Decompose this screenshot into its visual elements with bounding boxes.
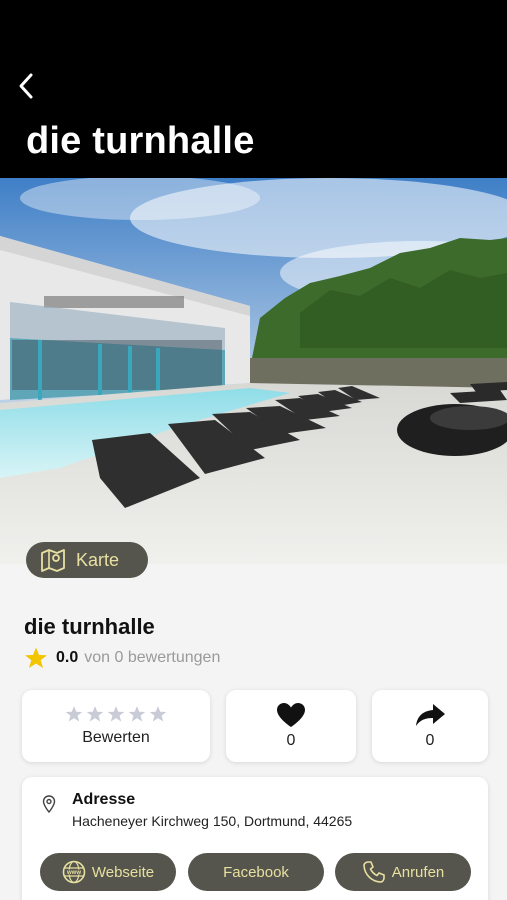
facebook-label: Facebook xyxy=(223,863,289,881)
location-pin-icon xyxy=(42,795,56,813)
phone-icon xyxy=(362,861,385,883)
star-empty-icon[interactable] xyxy=(128,705,146,723)
call-button[interactable]: Anrufen xyxy=(335,853,471,891)
www-globe-icon: www xyxy=(62,860,86,884)
star-icon xyxy=(25,647,47,668)
back-button[interactable] xyxy=(12,70,40,102)
call-label: Anrufen xyxy=(391,863,445,881)
rate-card[interactable]: Bewerten xyxy=(22,690,210,762)
star-empty-icon[interactable] xyxy=(65,705,83,723)
rating-count-text: von 0 bewertungen xyxy=(84,649,221,666)
share-count: 0 xyxy=(425,732,435,749)
app-header: die turnhalle xyxy=(0,0,507,178)
svg-text:www: www xyxy=(66,870,81,876)
address-text: Hacheneyer Kirchweg 150, Dortmund, 44265 xyxy=(72,813,353,829)
share-button[interactable]: 0 xyxy=(372,690,488,762)
address-title: Adresse xyxy=(72,791,136,808)
hero-image xyxy=(0,178,507,564)
star-empty-icon[interactable] xyxy=(149,705,167,723)
heart-icon xyxy=(277,703,305,727)
rating-value: 0.0 xyxy=(56,649,79,666)
chevron-left-icon xyxy=(19,73,33,99)
website-button[interactable]: www Webseite xyxy=(40,853,176,891)
map-button[interactable]: Karte xyxy=(26,542,148,578)
rating-summary: 0.0 von 0 bewertungen xyxy=(24,646,220,670)
share-arrow-icon xyxy=(416,704,445,726)
like-button[interactable]: 0 xyxy=(226,690,356,762)
like-count: 0 xyxy=(286,732,296,749)
star-empty-icon[interactable] xyxy=(86,705,104,723)
address-card: Adresse Hacheneyer Kirchweg 150, Dortmun… xyxy=(22,777,488,900)
star-empty-icon[interactable] xyxy=(107,705,125,723)
rating-stars[interactable] xyxy=(65,705,167,723)
facebook-button[interactable]: Facebook xyxy=(188,853,324,891)
map-button-label: Karte xyxy=(76,549,120,570)
page-title: die turnhalle xyxy=(26,120,255,162)
map-pin-icon xyxy=(41,549,65,572)
rate-label: Bewerten xyxy=(82,729,150,746)
website-label: Webseite xyxy=(91,863,155,881)
venue-name: die turnhalle xyxy=(24,614,155,639)
